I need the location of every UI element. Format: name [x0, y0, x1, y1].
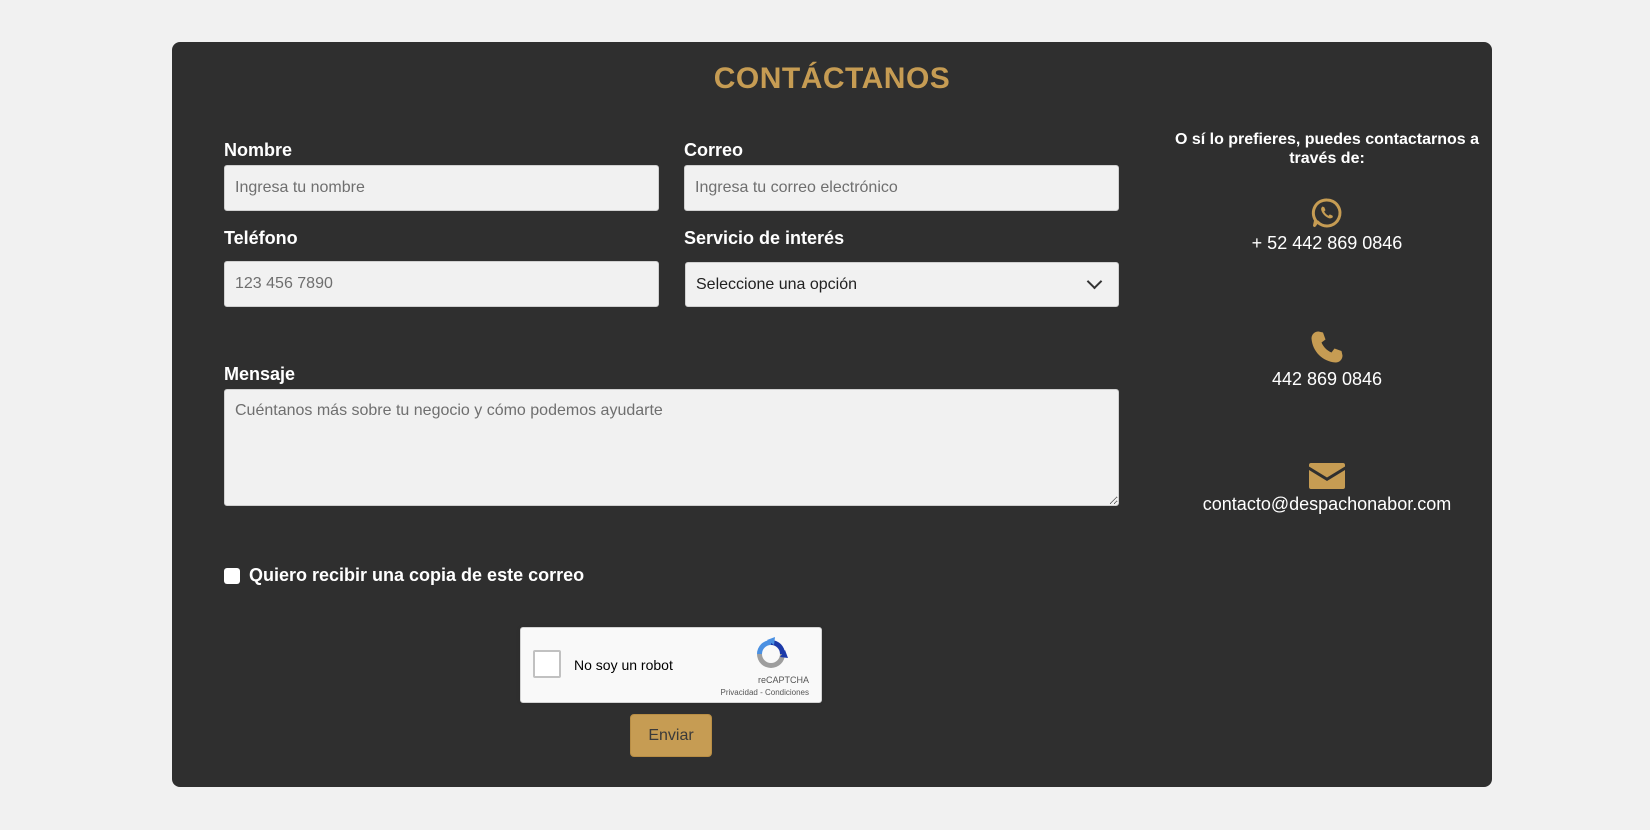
submit-button[interactable]: Enviar	[630, 714, 712, 757]
service-label: Servicio de interés	[684, 228, 845, 248]
recaptcha-brand: reCAPTCHA	[757, 675, 809, 685]
recaptcha-widget: No soy un robot reCAPTCHA Privacidad - C…	[520, 627, 822, 703]
contact-email[interactable]: contacto@despachonabor.com	[1162, 462, 1492, 515]
contact-card: CONTÁCTANOS Nombre Correo Teléfono Servi…	[172, 42, 1492, 787]
copy-checkbox-row[interactable]: Quiero recibir una copia de este correo	[224, 565, 584, 586]
name-label: Nombre	[224, 140, 293, 160]
email-label: Correo	[684, 140, 744, 160]
email-input[interactable]	[684, 165, 1119, 211]
recaptcha-logo-icon	[757, 637, 788, 668]
message-label: Mensaje	[224, 364, 296, 384]
envelope-icon	[1309, 463, 1345, 489]
recaptcha-checkbox[interactable]	[533, 650, 561, 678]
service-select-value: Seleccione una opción	[696, 275, 858, 293]
chevron-down-icon	[1086, 273, 1103, 290]
service-select[interactable]: Seleccione una opción	[685, 262, 1119, 307]
phone-input[interactable]	[224, 261, 659, 307]
message-textarea[interactable]	[224, 389, 1119, 506]
phone-label: Teléfono	[224, 228, 298, 248]
email-address[interactable]: contacto@despachonabor.com	[1203, 494, 1451, 514]
name-input[interactable]	[224, 165, 659, 211]
phone-icon	[1311, 331, 1343, 363]
sidebar-heading: O sí lo prefieres, puedes contactarnos a…	[1174, 131, 1480, 167]
recaptcha-links[interactable]: Privacidad - Condiciones	[721, 688, 810, 697]
whatsapp-icon	[1311, 198, 1342, 228]
copy-checkbox[interactable]	[224, 567, 240, 584]
recaptcha-label: No soy un robot	[574, 657, 673, 673]
contact-whatsapp[interactable]: + 52 442 869 0846	[1162, 197, 1492, 254]
page-title: CONTÁCTANOS	[713, 62, 951, 95]
contact-phone[interactable]: 442 869 0846	[1162, 329, 1492, 390]
phone-number[interactable]: 442 869 0846	[1272, 369, 1382, 389]
whatsapp-number[interactable]: + 52 442 869 0846	[1252, 233, 1403, 253]
copy-checkbox-label[interactable]: Quiero recibir una copia de este correo	[249, 565, 584, 586]
